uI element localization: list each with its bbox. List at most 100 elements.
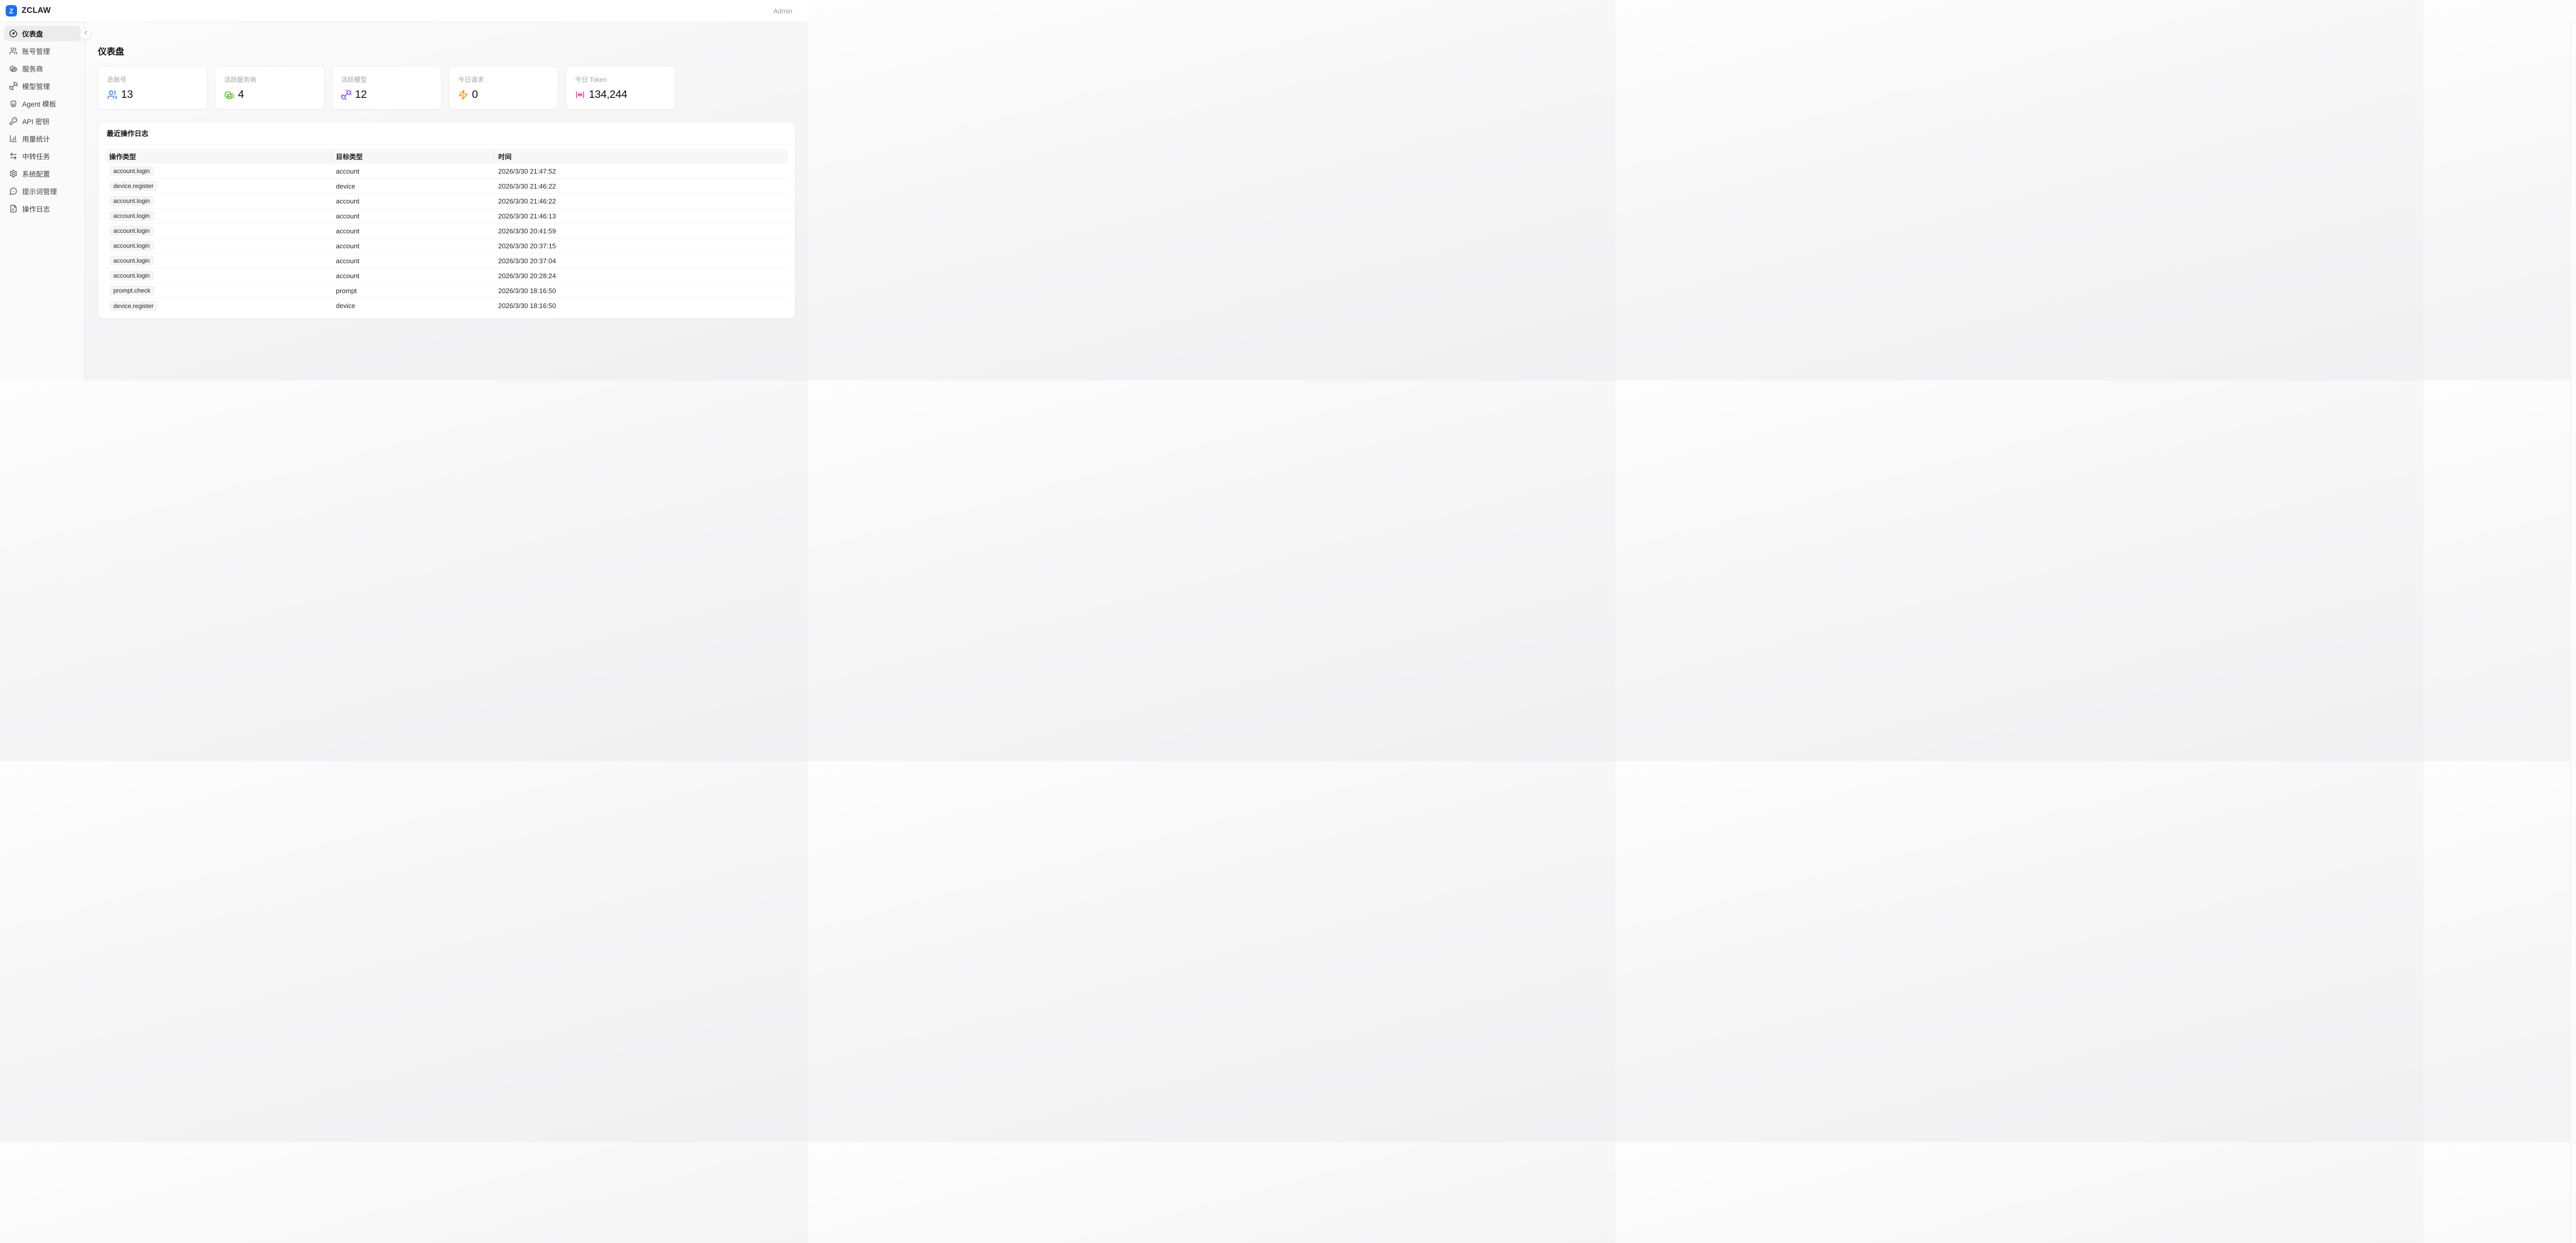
action-type-badge: account.login: [109, 166, 154, 176]
time-cell: 2026/3/30 20:41:59: [494, 227, 788, 235]
sidebar-item[interactable]: 系统配置: [4, 166, 80, 181]
stat-value: 134,244: [589, 89, 628, 101]
target-type-cell: account: [332, 197, 494, 205]
page-title: 仪表盘: [98, 46, 795, 57]
sidebar-item[interactable]: 中转任务: [4, 148, 80, 164]
brand-name: ZCLAW: [22, 6, 51, 15]
action-type-badge: account.login: [109, 256, 154, 266]
time-cell: 2026/3/30 18:16:50: [494, 287, 788, 295]
time-cell: 2026/3/30 18:16:50: [494, 302, 788, 310]
gauge-icon: [9, 29, 18, 38]
time-cell: 2026/3/30 21:46:13: [494, 212, 788, 220]
sidebar-item[interactable]: 操作日志: [4, 201, 80, 216]
sidebar-item-label: 提示词管理: [22, 186, 57, 196]
column-header-target: 目标类型: [332, 149, 494, 164]
action-type-badge: account.login: [109, 211, 154, 221]
move-horizontal-icon: [575, 90, 585, 100]
stat-value: 12: [355, 89, 367, 101]
sidebar-item-label: 系统配置: [22, 168, 50, 179]
sidebar-item[interactable]: 提示词管理: [4, 183, 80, 199]
cloud-server-icon: [9, 64, 18, 73]
sidebar-item[interactable]: 服务商: [4, 61, 80, 76]
users-icon: [9, 47, 18, 55]
stat-label: 活跃服务商: [224, 74, 315, 84]
cloud-server-icon: [224, 90, 234, 100]
sidebar-item[interactable]: 模型管理: [4, 78, 80, 94]
table-row: account.login account 2026/3/30 21:46:13: [105, 209, 788, 224]
sidebar-item[interactable]: 用量统计: [4, 131, 80, 146]
stat-card: 今日请求 0: [449, 66, 558, 110]
zap-icon: [458, 90, 468, 100]
stat-card: 今日 Token 134,244: [566, 66, 675, 110]
action-type-badge: account.login: [109, 241, 154, 251]
brand-logo: Z: [6, 5, 17, 16]
action-type-badge: device.register: [109, 181, 158, 191]
users-icon: [107, 90, 117, 100]
stat-label: 今日请求: [458, 74, 549, 84]
main-content: 仪表盘 总账号 13 活跃服务商 4 活跃模型 12 今日请求 0 今日 Tok…: [85, 22, 808, 381]
target-type-cell: device: [332, 302, 494, 310]
sidebar-item-label: 仪表盘: [22, 28, 43, 39]
message-dots-icon: [9, 187, 18, 195]
brand-logo-letter: Z: [9, 7, 13, 15]
file-text-icon: [9, 205, 18, 213]
app-shell: 仪表盘 账号管理 服务商 模型管理 Agent 模板 API 密钥 用量统计 中…: [0, 22, 808, 381]
time-cell: 2026/3/30 20:37:04: [494, 257, 788, 265]
bot-icon: [9, 99, 18, 108]
arrows-left-right-icon: [9, 152, 18, 160]
action-type-badge: account.login: [109, 226, 154, 236]
stat-card: 总账号 13: [98, 66, 208, 110]
target-type-cell: device: [332, 182, 494, 190]
recent-logs-title: 最近操作日志: [98, 122, 795, 145]
sidebar-item[interactable]: API 密钥: [4, 113, 80, 129]
stat-value: 13: [121, 89, 133, 101]
table-row: account.login account 2026/3/30 20:37:04: [105, 253, 788, 268]
key-icon: [9, 117, 18, 125]
time-cell: 2026/3/30 21:46:22: [494, 197, 788, 205]
cable-icon: [9, 82, 18, 90]
column-header-time: 时间: [494, 149, 788, 164]
table-row: account.login account 2026/3/30 20:37:15: [105, 239, 788, 253]
logs-table: 操作类型 目标类型 时间 account.login account 2026/…: [98, 145, 795, 318]
time-cell: 2026/3/30 21:46:22: [494, 182, 788, 190]
target-type-cell: account: [332, 257, 494, 265]
sidebar-item[interactable]: Agent 模板: [4, 96, 80, 111]
vertical-scrollbar[interactable]: [2570, 22, 2576, 1243]
gear-icon: [9, 169, 18, 178]
sidebar-item[interactable]: 仪表盘: [4, 26, 80, 41]
table-row: account.login account 2026/3/30 21:47:52: [105, 164, 788, 179]
cable-icon: [341, 90, 351, 100]
table-row: device.register device 2026/3/30 21:46:2…: [105, 179, 788, 194]
sidebar-item-label: 中转任务: [22, 151, 50, 161]
table-row: account.login account 2026/3/30 20:41:59: [105, 224, 788, 239]
stat-label: 活跃模型: [341, 74, 432, 84]
chart-column-icon: [9, 134, 18, 143]
column-header-action: 操作类型: [105, 149, 332, 164]
user-menu[interactable]: Admin: [773, 7, 792, 15]
time-cell: 2026/3/30 20:28:24: [494, 272, 788, 280]
sidebar-item-label: 操作日志: [22, 203, 50, 214]
sidebar-item-label: 用量统计: [22, 133, 50, 144]
target-type-cell: account: [332, 212, 494, 220]
target-type-cell: account: [332, 242, 494, 250]
top-header: Z ZCLAW Admin: [0, 0, 808, 22]
action-type-badge: prompt.check: [109, 285, 155, 296]
time-cell: 2026/3/30 20:37:15: [494, 242, 788, 250]
stat-value: 4: [238, 89, 244, 101]
stat-value: 0: [472, 89, 478, 101]
table-row: device.register device 2026/3/30 18:16:5…: [105, 298, 788, 313]
target-type-cell: account: [332, 272, 494, 280]
sidebar-item-label: API 密钥: [22, 116, 49, 126]
recent-logs-card: 最近操作日志 操作类型 目标类型 时间 account.login accoun…: [98, 122, 795, 319]
sidebar-item[interactable]: 账号管理: [4, 43, 80, 59]
table-row: account.login account 2026/3/30 21:46:22: [105, 194, 788, 209]
sidebar-collapse-button[interactable]: [80, 28, 91, 40]
target-type-cell: prompt: [332, 287, 494, 295]
logs-table-body: account.login account 2026/3/30 21:47:52…: [105, 164, 788, 313]
chevron-left-icon: [82, 29, 89, 39]
stat-card: 活跃模型 12: [332, 66, 442, 110]
sidebar-item-label: 账号管理: [22, 46, 50, 56]
table-row: prompt.check prompt 2026/3/30 18:16:50: [105, 283, 788, 298]
sidebar: 仪表盘 账号管理 服务商 模型管理 Agent 模板 API 密钥 用量统计 中…: [0, 22, 85, 381]
stats-row: 总账号 13 活跃服务商 4 活跃模型 12 今日请求 0 今日 Token 1…: [98, 66, 795, 110]
